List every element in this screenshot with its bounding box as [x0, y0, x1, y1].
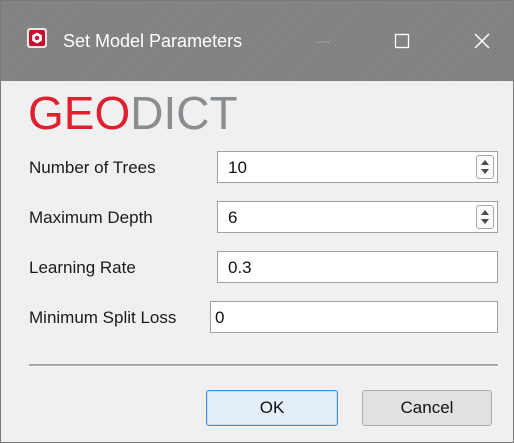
window-title: Set Model Parameters	[63, 31, 243, 51]
num-trees-stepper[interactable]	[476, 155, 494, 179]
max-depth-stepper[interactable]	[476, 205, 494, 229]
max-depth-value[interactable]: 6	[228, 207, 237, 229]
learning-rate-input[interactable]: 0.3	[217, 251, 498, 283]
max-depth-spinbox[interactable]: 6	[217, 201, 498, 233]
dialog-window: Set Model Parameters GEODICT Number of T…	[0, 0, 514, 443]
min-split-loss-value[interactable]: 0	[215, 307, 224, 329]
close-icon	[474, 33, 490, 49]
learning-rate-value[interactable]: 0.3	[228, 257, 252, 279]
geodict-logo: GEODICT	[28, 85, 238, 141]
learning-rate-label: Learning Rate	[29, 258, 136, 277]
geodict-icon	[27, 28, 47, 48]
close-button[interactable]	[462, 23, 502, 59]
max-depth-label: Maximum Depth	[29, 208, 153, 227]
logo-geo-text: GEO	[28, 87, 131, 139]
num-trees-spinbox[interactable]: 10	[217, 151, 498, 183]
logo-dict-text: DICT	[130, 87, 238, 139]
title-bar[interactable]: Set Model Parameters	[1, 1, 513, 81]
num-trees-value[interactable]: 10	[228, 157, 247, 179]
spin-arrows-icon	[481, 160, 489, 174]
minimize-button[interactable]	[303, 23, 343, 59]
min-split-loss-label: Minimum Split Loss	[29, 308, 177, 327]
maximize-icon	[394, 33, 410, 49]
num-trees-label: Number of Trees	[29, 158, 156, 177]
cancel-button[interactable]: Cancel	[362, 390, 492, 426]
spin-arrows-icon	[481, 210, 489, 224]
ok-button[interactable]: OK	[206, 390, 338, 426]
maximize-button[interactable]	[382, 23, 422, 59]
min-split-loss-input[interactable]: 0	[210, 301, 498, 333]
minimize-icon	[316, 41, 330, 43]
separator	[29, 364, 498, 367]
